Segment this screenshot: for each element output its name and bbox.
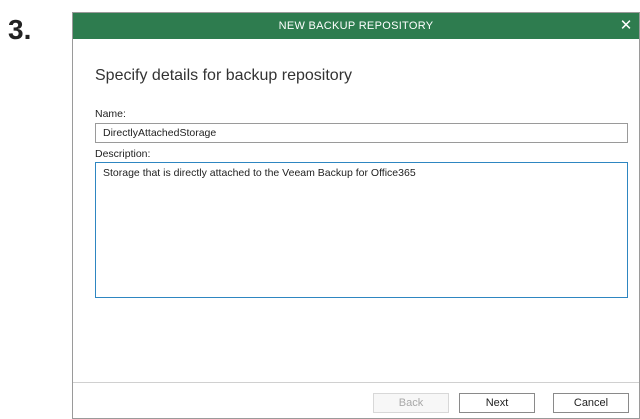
step-number: 3. — [8, 14, 32, 45]
dialog-content: Specify details for backup repository Na… — [73, 67, 639, 303]
description-field[interactable]: Storage that is directly attached to the… — [95, 162, 628, 298]
dialog-title: NEW BACKUP REPOSITORY — [278, 20, 434, 32]
dialog-titlebar: NEW BACKUP REPOSITORY ✕ — [73, 13, 639, 39]
cancel-button[interactable]: Cancel — [553, 393, 629, 413]
name-label: Name: — [95, 108, 126, 120]
close-icon[interactable]: ✕ — [617, 16, 635, 34]
dialog-footer: Back Next Cancel — [73, 382, 639, 418]
page-heading: Specify details for backup repository — [95, 67, 353, 84]
next-button[interactable]: Next — [459, 393, 535, 413]
back-button[interactable]: Back — [373, 393, 449, 413]
new-backup-repository-dialog: NEW BACKUP REPOSITORY ✕ Specify details … — [72, 12, 640, 419]
description-label: Description: — [95, 148, 151, 160]
name-field[interactable] — [95, 123, 628, 143]
